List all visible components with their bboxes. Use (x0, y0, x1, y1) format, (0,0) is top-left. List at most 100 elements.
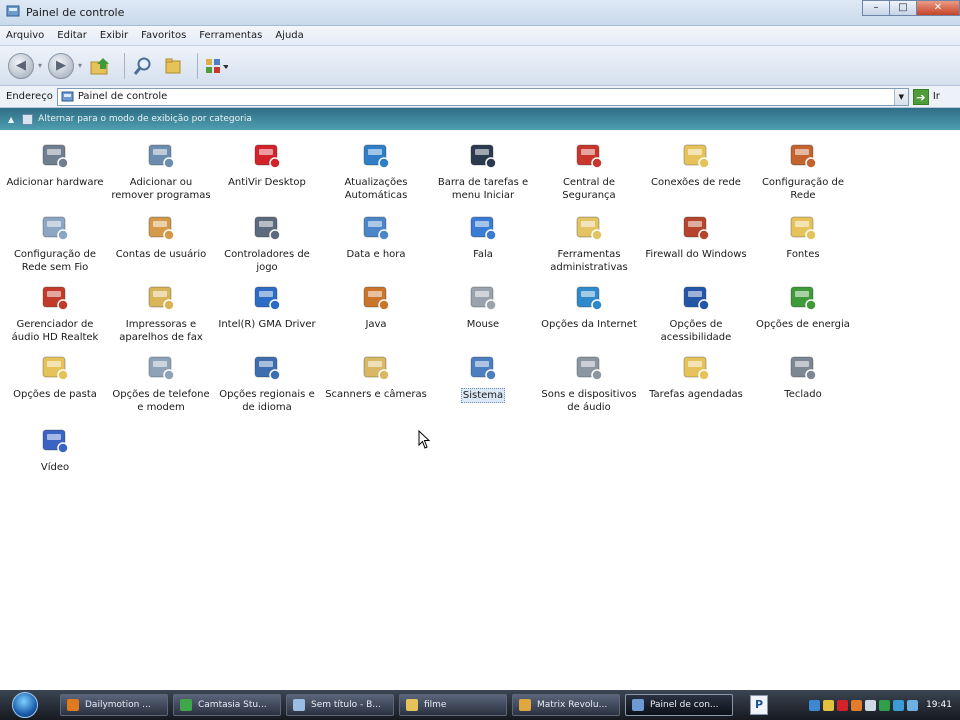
system-tray: 19:41 (806, 690, 960, 720)
control-panel-item[interactable]: Scanners e câmeras (323, 350, 429, 401)
tray-volume-icon[interactable] (865, 699, 877, 711)
taskbar-button[interactable]: Camtasia Stu... (173, 694, 281, 716)
firewall-icon (679, 210, 713, 244)
control-panel-item[interactable]: Java (323, 280, 429, 331)
control-panel-item[interactable]: Opções regionais e de idioma (214, 350, 320, 414)
control-panel-item[interactable]: Firewall do Windows (643, 210, 749, 261)
taskbar-button[interactable]: Sem título - B... (286, 694, 394, 716)
tray-shield-icon[interactable] (823, 699, 835, 711)
tray-monitor-icon[interactable] (893, 699, 905, 711)
menu-favoritos[interactable]: Favoritos (141, 30, 186, 41)
forward-icon[interactable]: ▶ (48, 52, 75, 79)
taskbar-icon (466, 138, 500, 172)
control-panel-item[interactable]: Ferramentas administrativas (536, 210, 642, 274)
go-arrow-icon: ➔ (912, 88, 929, 105)
folders-icon[interactable] (161, 54, 185, 78)
back-dropdown-icon[interactable]: ▾ (38, 61, 42, 70)
control-panel-item[interactable]: Opções de telefone e modem (108, 350, 214, 414)
control-panel-item[interactable]: Central de Segurança (536, 138, 642, 202)
menu-ferramentas[interactable]: Ferramentas (199, 30, 262, 41)
toolbar: ◀ ▾ ▶ ▾ (0, 46, 960, 86)
control-panel-item[interactable]: Vídeo (2, 423, 108, 474)
control-panel-item-label: Contas de usuário (115, 249, 207, 260)
go-label: Ir (932, 91, 940, 102)
control-panel-item-label: Opções de energia (756, 319, 850, 330)
address-field[interactable]: Painel de controle ▼ (56, 87, 909, 106)
control-panel-item-label: Opções de pasta (13, 389, 97, 400)
control-panel-item-label: Mouse (466, 319, 500, 330)
back-icon[interactable]: ◀ (8, 52, 34, 79)
maximize-button[interactable]: □ (889, 0, 917, 16)
control-panel-item[interactable]: Mouse (430, 280, 536, 331)
tray-security-icon[interactable] (879, 699, 891, 711)
control-panel-item[interactable]: Tarefas agendadas (643, 350, 749, 401)
tray-display-icon[interactable] (907, 699, 919, 711)
keyboard-icon (786, 350, 820, 384)
control-panel-item-label: Adicionar ou remover programas (111, 177, 211, 201)
control-panel-item[interactable]: Atualizações Automáticas (323, 138, 429, 202)
category-view-icon (22, 113, 34, 125)
menu-arquivo[interactable]: Arquivo (6, 30, 44, 41)
up-folder-icon[interactable] (88, 54, 112, 78)
control-panel-item-label: Tarefas agendadas (649, 389, 743, 400)
window-controls: – □ ✕ (862, 0, 960, 16)
menu-editar[interactable]: Editar (57, 30, 87, 41)
search-icon[interactable] (131, 54, 155, 78)
control-panel-item[interactable]: Impressoras e aparelhos de fax (108, 280, 214, 344)
tray-antivir-icon[interactable] (837, 699, 849, 711)
control-panel-item[interactable]: Barra de tarefas e menu Iniciar (430, 138, 536, 202)
taskbar-button[interactable]: filme (399, 694, 507, 716)
taskbar-button[interactable]: Painel de con... (625, 694, 733, 716)
taskbar-button[interactable]: Dailymotion ... (60, 694, 168, 716)
folder-icon (406, 699, 418, 711)
control-panel-item[interactable]: Data e hora (323, 210, 429, 261)
control-panel-item-label: Firewall do Windows (645, 249, 747, 260)
taskbar-button[interactable]: Matrix Revolu... (512, 694, 620, 716)
forward-dropdown-icon[interactable]: ▾ (78, 61, 82, 70)
views-icon[interactable] (204, 54, 229, 78)
control-panel-item[interactable]: Controladores de jogo (214, 210, 320, 274)
taskbar: Dailymotion ... Camtasia Stu... Sem título… (0, 690, 960, 720)
users-icon (144, 210, 178, 244)
control-panel-item[interactable]: Teclado (750, 350, 856, 401)
control-panel-item[interactable]: Gerenciador de áudio HD Realtek (2, 280, 108, 344)
control-panel-item[interactable]: Adicionar hardware (2, 138, 108, 189)
close-button[interactable]: ✕ (916, 0, 960, 16)
tray-network-icon[interactable] (809, 699, 821, 711)
start-button[interactable] (8, 691, 42, 719)
control-panel-item[interactable]: Conexões de rede (643, 138, 749, 189)
menu-ajuda[interactable]: Ajuda (275, 30, 303, 41)
quick-launch-button[interactable]: P (750, 695, 768, 715)
tray-update-icon[interactable] (851, 699, 863, 711)
control-panel-item[interactable]: Opções de pasta (2, 350, 108, 401)
control-panel-item[interactable]: Sons e dispositivos de áudio (536, 350, 642, 414)
control-panel-item[interactable]: Contas de usuário (108, 210, 214, 261)
admin-tools-icon (572, 210, 606, 244)
control-panel-item-label: Opções de telefone e modem (112, 389, 210, 413)
menu-exibir[interactable]: Exibir (100, 30, 128, 41)
collapse-arrow-icon[interactable]: ▲ (8, 115, 14, 124)
control-panel-item[interactable]: Intel(R) GMA Driver (214, 280, 320, 331)
minimize-button[interactable]: – (862, 0, 890, 16)
control-panel-item[interactable]: Sistema (430, 350, 536, 403)
control-panel-item[interactable]: Opções da Internet (536, 280, 642, 331)
title-bar[interactable]: Painel de controle – □ ✕ (0, 0, 960, 26)
fonts-folder-icon (786, 210, 820, 244)
control-panel-item[interactable]: Fala (430, 210, 536, 261)
control-panel-item[interactable]: Configuração de Rede sem Fio (2, 210, 108, 274)
control-panel-item[interactable]: Adicionar ou remover programas (108, 138, 214, 202)
address-dropdown-icon[interactable]: ▼ (893, 88, 908, 105)
go-button[interactable]: ➔ Ir (912, 88, 940, 105)
control-panel-item[interactable]: Fontes (750, 210, 856, 261)
control-panel-item[interactable]: Opções de acessibilidade (643, 280, 749, 344)
control-panel-item[interactable]: Opções de energia (750, 280, 856, 331)
toolbar-separator (124, 52, 126, 79)
camtasia-icon (180, 699, 192, 711)
control-panel-item[interactable]: Configuração de Rede (750, 138, 856, 202)
media-player-icon (519, 699, 531, 711)
control-panel-item[interactable]: AntiVir Desktop (214, 138, 320, 189)
system-icon (466, 350, 500, 384)
taskbar-button-label: Camtasia Stu... (198, 700, 267, 710)
windows-logo-icon (12, 692, 38, 718)
switch-category-view-link[interactable]: Alternar para o modo de exibição por cat… (38, 114, 252, 124)
